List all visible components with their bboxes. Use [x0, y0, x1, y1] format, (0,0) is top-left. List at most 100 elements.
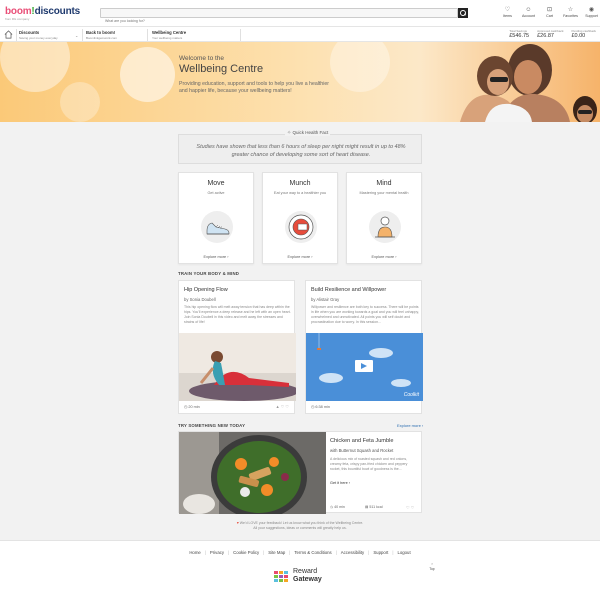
footer-links: Home | Privacy | Cookie Policy | Site Map | Term…	[189, 550, 411, 555]
yoga-video-thumbnail[interactable]	[179, 333, 296, 401]
nav-label: Favorites	[563, 14, 578, 18]
footer-link-logout[interactable]: Logout	[398, 550, 411, 555]
footer-link-cookie-policy[interactable]: Cookie Policy	[233, 550, 259, 555]
stat-total-savings[interactable]: Total Savings £546.75	[509, 29, 529, 39]
article-author: by Sonia Doubell	[184, 297, 216, 302]
nav-cart[interactable]: ⊡ Cart	[539, 7, 560, 18]
move-card[interactable]: Move Get active Explore more ›	[178, 172, 254, 264]
stat-approved-cashback[interactable]: Approved cashback £26.87	[537, 29, 563, 39]
fact-label: Quick Health Fact	[292, 130, 329, 135]
card-subtitle: Eat your way to a healthier you	[273, 191, 327, 195]
subnav-sub: Boomlinkgemwork.com	[86, 36, 118, 40]
subnav-title: Wellbeing Centre	[152, 30, 187, 35]
explore-more-link[interactable]: Explore more ›	[347, 255, 421, 259]
home-icon[interactable]	[4, 30, 13, 39]
nav-label: Support	[585, 14, 598, 18]
nav-account[interactable]: ☺ Account	[518, 7, 539, 18]
mind-card[interactable]: Mind Mastering your mental health Explor…	[346, 172, 422, 264]
article-author: by Alistair Gray	[311, 297, 340, 302]
heart-icon: ♡	[504, 7, 511, 13]
explore-more-label: Explore more	[203, 255, 227, 259]
recipe-time-value: 40 min	[334, 505, 345, 509]
recipe-title: Chicken and Feta Jumble	[330, 438, 394, 444]
bokeh-light	[330, 42, 390, 92]
nav-favorites[interactable]: ☆ Favorites	[560, 7, 581, 18]
recipe-kcal: ▤ 511 kcal	[365, 505, 383, 509]
brand-line-2: Gateway	[293, 576, 322, 583]
get-it-here-link[interactable]: Get it here ›	[330, 481, 350, 485]
explore-more-link[interactable]: Explore more ›	[263, 255, 337, 259]
duration: ◷ 6:38 min	[311, 404, 330, 409]
nav-support[interactable]: ◉ Support	[581, 7, 600, 18]
share-icon[interactable]: ♡	[411, 505, 415, 510]
explore-more-top-link[interactable]: Explore more ›	[397, 423, 423, 428]
subnav-discounts[interactable]: Discounts Saving your money everyday	[19, 30, 58, 40]
boom-logo[interactable]: boom!discounts	[5, 6, 80, 17]
card-title: Mind	[376, 180, 392, 187]
calorie-icon: ▤	[365, 505, 369, 509]
hero-description: Providing education, support and tools t…	[179, 81, 329, 94]
sub-nav-bar: Discounts Saving your money everyday ⌄ B…	[0, 26, 600, 42]
nav-label: Cart	[546, 14, 553, 18]
feedback-line-1-text: We'd LOVE your feedback! Let us know wha…	[239, 521, 364, 525]
explore-more-label: Explore more	[287, 255, 311, 259]
footer-link-support[interactable]: Support	[373, 550, 388, 555]
chevron-right-icon: ›	[421, 423, 424, 428]
duration: ◷ 20 min	[184, 404, 200, 409]
search-input[interactable]	[101, 17, 457, 25]
article-description: Willpower and resilience are both key to…	[311, 305, 419, 324]
article-card-resilience[interactable]: Build Resilience and Willpower by Alista…	[305, 280, 423, 414]
chevron-right-icon: ›	[311, 255, 313, 259]
stat-value: £546.75	[509, 33, 530, 39]
subnav-title: Back to boom!	[86, 30, 116, 35]
meditation-icon	[375, 216, 395, 238]
difficulty-icon: ▲	[275, 404, 280, 409]
recipe-image	[179, 432, 326, 514]
divider	[82, 29, 83, 41]
footer-link-site-map[interactable]: Site Map	[268, 550, 285, 555]
feedback-note: ♥ We'd LOVE your feedback! Let us know w…	[0, 521, 600, 531]
divider	[240, 29, 241, 41]
top-bar: boom!discounts from RG company ♡ Items ☺…	[0, 0, 600, 26]
back-to-top-button[interactable]: ⌃ Top	[427, 563, 437, 571]
recipe-kcal-value: 511 kcal	[369, 505, 383, 509]
top-label: Top	[429, 567, 435, 571]
munch-card[interactable]: Munch Eat your way to a healthier you Ex…	[262, 172, 338, 264]
article-actions: ▲ ♡ ♡	[276, 404, 289, 409]
heart-icon[interactable]: ♡	[406, 505, 410, 510]
footer-link-accessibility[interactable]: Accessibility	[341, 550, 364, 555]
subnav-title: Discounts	[19, 30, 40, 35]
section-heading-train: TRAIN YOUR BODY & MIND	[178, 271, 240, 276]
duration-value: 6:38 min	[315, 405, 330, 409]
share-icon[interactable]: ♡	[285, 404, 289, 409]
bokeh-light	[0, 42, 70, 92]
hero-title: Wellbeing Centre	[179, 63, 264, 75]
page: boom!discounts from RG company ♡ Items ☺…	[0, 0, 600, 605]
recipe-card[interactable]: Chicken and Feta Jumble with Butternut S…	[178, 431, 422, 514]
feedback-line-2: All your suggestions, ideas or comments …	[253, 526, 347, 530]
footer-link-home[interactable]: Home	[189, 550, 200, 555]
stat-pending-cashback[interactable]: Pending cashback £0.00	[571, 29, 596, 39]
fact-text: Studies have shown that less than 6 hour…	[196, 144, 406, 158]
logo-part-1: boom	[5, 6, 32, 17]
chevron-down-icon[interactable]: ⌄	[75, 33, 78, 38]
bokeh-light	[120, 47, 175, 102]
resilience-video-thumbnail[interactable]: Coolkit	[306, 333, 423, 401]
subnav-back-to-boom[interactable]: Back to boom! Boomlinkgemwork.com	[86, 30, 117, 40]
quick-health-fact: ✧ Quick Health Fact Studies have shown t…	[178, 130, 422, 164]
reward-gateway-mark	[274, 571, 288, 582]
card-subtitle: Mastering your mental health	[359, 191, 409, 195]
footer-link-privacy[interactable]: Privacy	[210, 550, 224, 555]
explore-more-link[interactable]: Explore more ›	[179, 255, 253, 259]
chevron-right-icon: ›	[348, 481, 351, 485]
search-button[interactable]	[458, 8, 468, 18]
cart-icon: ⊡	[546, 7, 553, 13]
heart-icon[interactable]: ♡	[281, 404, 285, 409]
stat-value: £26.87	[537, 33, 554, 39]
nav-items[interactable]: ♡ Items	[497, 7, 518, 18]
footer-link-terms[interactable]: Terms & Conditions	[294, 550, 331, 555]
card-subtitle: Get active	[207, 191, 225, 195]
subnav-wellbeing-centre[interactable]: Wellbeing Centre Your wellbeing matters	[152, 30, 186, 40]
article-card-hip-flow[interactable]: Hip Opening Flow by Sonia Doubell This h…	[178, 280, 296, 414]
clock-icon: ◷	[184, 405, 188, 409]
